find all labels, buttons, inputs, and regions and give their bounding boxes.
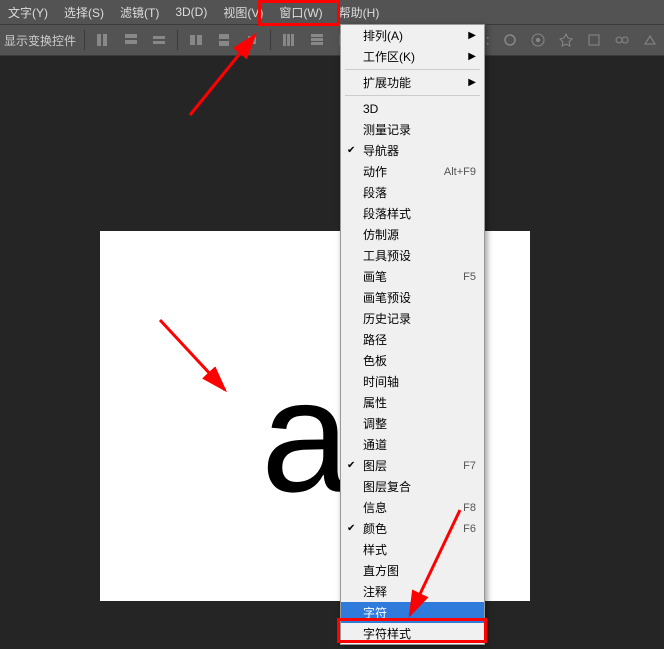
menu-character[interactable]: 字符 xyxy=(341,602,484,623)
menu-actions[interactable]: 动作Alt+F9 xyxy=(341,161,484,182)
submenu-arrow-icon: ▶ xyxy=(468,77,476,88)
submenu-arrow-icon: ▶ xyxy=(468,51,476,62)
menu-brush[interactable]: 画笔F5 xyxy=(341,266,484,287)
distribute-icon[interactable] xyxy=(306,29,328,51)
align-icon[interactable] xyxy=(92,29,114,51)
mode-icon[interactable] xyxy=(611,29,633,51)
shortcut: F6 xyxy=(463,523,476,535)
menu-workspace[interactable]: 工作区(K)▶ xyxy=(341,46,484,67)
menu-view[interactable]: 视图(V) xyxy=(215,0,271,25)
check-icon: ✔ xyxy=(347,460,355,471)
mode-icon[interactable] xyxy=(499,29,521,51)
menu-layers[interactable]: ✔图层F7 xyxy=(341,455,484,476)
separator xyxy=(345,69,480,70)
menu-notes[interactable]: 注释 xyxy=(341,581,484,602)
distribute-icon[interactable] xyxy=(278,29,300,51)
menu-character-styles[interactable]: 字符样式 xyxy=(341,623,484,644)
menu-clone-source[interactable]: 仿制源 xyxy=(341,224,484,245)
mode-icon[interactable] xyxy=(583,29,605,51)
check-icon: ✔ xyxy=(347,523,355,534)
menu-timeline[interactable]: 时间轴 xyxy=(341,371,484,392)
menu-text[interactable]: 文字(Y) xyxy=(0,0,56,25)
align-icon[interactable] xyxy=(241,29,263,51)
menu-styles[interactable]: 样式 xyxy=(341,539,484,560)
submenu-arrow-icon: ▶ xyxy=(468,30,476,41)
menu-window[interactable]: 窗口(W) xyxy=(271,0,330,25)
menu-navigator[interactable]: ✔导航器 xyxy=(341,140,484,161)
menu-brush-presets[interactable]: 画笔预设 xyxy=(341,287,484,308)
show-transform-label: 显示变换控件 xyxy=(0,32,80,49)
shortcut: Alt+F9 xyxy=(444,166,476,178)
align-icon[interactable] xyxy=(148,29,170,51)
menu-properties[interactable]: 属性 xyxy=(341,392,484,413)
options-bar: 显示变换控件 D 模式： xyxy=(0,24,664,56)
mode-icon[interactable] xyxy=(555,29,577,51)
menu-histogram[interactable]: 直方图 xyxy=(341,560,484,581)
menu-filter[interactable]: 滤镜(T) xyxy=(112,0,167,25)
menu-swatches[interactable]: 色板 xyxy=(341,350,484,371)
align-icon[interactable] xyxy=(120,29,142,51)
menu-paragraph[interactable]: 段落 xyxy=(341,182,484,203)
shortcut: F5 xyxy=(463,271,476,283)
menu-layer-comps[interactable]: 图层复合 xyxy=(341,476,484,497)
shortcut: F8 xyxy=(463,502,476,514)
menu-measure[interactable]: 测量记录 xyxy=(341,119,484,140)
canvas-area: ab xyxy=(0,56,664,649)
separator xyxy=(270,30,271,50)
shortcut: F7 xyxy=(463,460,476,472)
mode-icon[interactable] xyxy=(639,29,661,51)
check-icon: ✔ xyxy=(347,145,355,156)
menu-info[interactable]: 信息F8 xyxy=(341,497,484,518)
separator xyxy=(345,95,480,96)
menu-paths[interactable]: 路径 xyxy=(341,329,484,350)
menubar: 文字(Y) 选择(S) 滤镜(T) 3D(D) 视图(V) 窗口(W) 帮助(H… xyxy=(0,0,664,24)
window-dropdown: 排列(A)▶ 工作区(K)▶ 扩展功能▶ 3D 测量记录 ✔导航器 动作Alt+… xyxy=(340,24,485,645)
align-icon[interactable] xyxy=(185,29,207,51)
menu-select[interactable]: 选择(S) xyxy=(56,0,112,25)
menu-help[interactable]: 帮助(H) xyxy=(331,0,388,25)
menu-channels[interactable]: 通道 xyxy=(341,434,484,455)
menu-arrange[interactable]: 排列(A)▶ xyxy=(341,25,484,46)
menu-tool-presets[interactable]: 工具预设 xyxy=(341,245,484,266)
separator xyxy=(177,30,178,50)
menu-paragraph-styles[interactable]: 段落样式 xyxy=(341,203,484,224)
separator xyxy=(84,30,85,50)
menu-3d[interactable]: 3D(D) xyxy=(167,1,215,23)
mode-icon[interactable] xyxy=(527,29,549,51)
menu-3d-panel[interactable]: 3D xyxy=(341,98,484,119)
menu-extensions[interactable]: 扩展功能▶ xyxy=(341,72,484,93)
align-icon[interactable] xyxy=(213,29,235,51)
menu-adjustments[interactable]: 调整 xyxy=(341,413,484,434)
menu-history[interactable]: 历史记录 xyxy=(341,308,484,329)
menu-color[interactable]: ✔颜色F6 xyxy=(341,518,484,539)
